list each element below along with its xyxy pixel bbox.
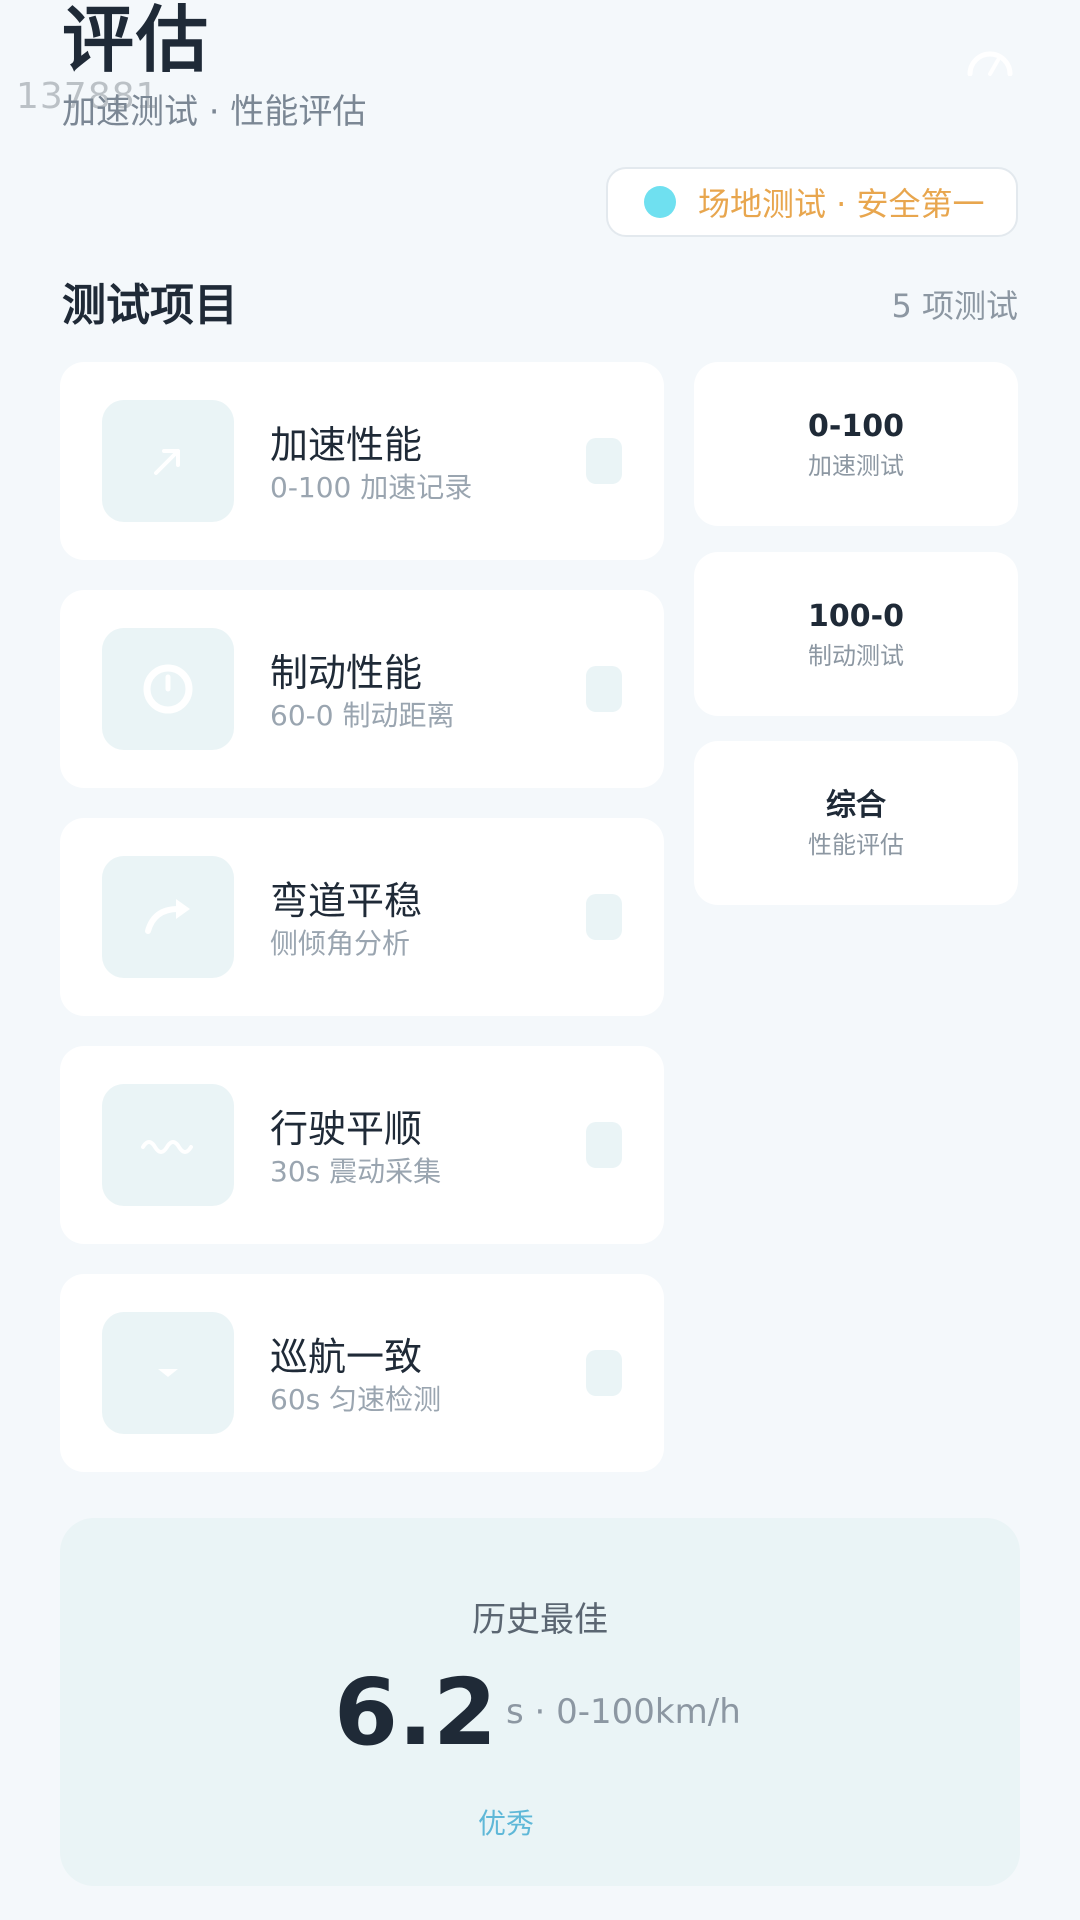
stat-label: 性能评估 xyxy=(808,831,904,859)
test-subtitle: 60s 匀速检测 xyxy=(270,1383,442,1416)
test-icon-box xyxy=(102,1312,234,1434)
test-icon-box xyxy=(102,628,234,750)
speedometer-icon xyxy=(967,51,1013,76)
test-subtitle: 30s 震动采集 xyxy=(270,1155,442,1188)
page-subtitle: 加速测试 · 性能评估 xyxy=(62,92,367,132)
arrow-up-right-icon xyxy=(154,449,180,475)
stat-label: 加速测试 xyxy=(808,452,904,480)
chevron-down-icon xyxy=(158,1369,178,1377)
status-dot xyxy=(644,186,676,218)
test-title: 弯道平稳 xyxy=(270,879,423,923)
test-subtitle: 60-0 制动距离 xyxy=(270,699,455,732)
test-count: 5 项测试 xyxy=(891,287,1018,325)
test-item-cruise[interactable]: 巡航一致 60s 匀速检测 xyxy=(60,1274,664,1472)
test-icon-box xyxy=(102,400,234,522)
test-item-cornering[interactable]: 弯道平稳 侧倾角分析 xyxy=(60,818,664,1016)
test-checkbox[interactable] xyxy=(586,438,622,484)
history-best-unit: s · 0-100km/h xyxy=(506,1692,741,1732)
test-icon-box xyxy=(102,856,234,978)
stopwatch-icon xyxy=(143,664,193,714)
test-title: 加速性能 xyxy=(270,423,423,467)
test-checkbox[interactable] xyxy=(586,666,622,712)
stat-label: 制动测试 xyxy=(808,642,904,670)
stat-value: 0-100 xyxy=(808,409,904,444)
section-title: 测试项目 xyxy=(62,280,238,331)
test-checkbox[interactable] xyxy=(586,1350,622,1396)
stat-value: 100-0 xyxy=(808,599,904,634)
test-checkbox[interactable] xyxy=(586,1122,622,1168)
stat-value: 综合 xyxy=(826,788,886,823)
wave-icon xyxy=(141,1140,193,1154)
test-subtitle: 侧倾角分析 xyxy=(270,927,411,960)
history-best-card: 历史最佳 6.2 s · 0-100km/h 优秀 xyxy=(60,1518,1020,1886)
test-item-braking[interactable]: 制动性能 60-0 制动距离 xyxy=(60,590,664,788)
test-title: 巡航一致 xyxy=(270,1335,423,1379)
stat-card-braking[interactable]: 100-0 制动测试 xyxy=(694,552,1018,716)
history-best-rating: 优秀 xyxy=(477,1807,534,1840)
test-icon-box xyxy=(102,1084,234,1206)
safety-notice-text: 场地测试 · 安全第一 xyxy=(698,185,985,223)
history-best-value: 6.2 xyxy=(334,1659,497,1766)
page-title: 评估 xyxy=(62,0,211,82)
test-item-acceleration[interactable]: 加速性能 0-100 加速记录 xyxy=(60,362,664,560)
test-item-ride-comfort[interactable]: 行驶平顺 30s 震动采集 xyxy=(60,1046,664,1244)
test-title: 制动性能 xyxy=(270,651,423,695)
speedometer-button[interactable] xyxy=(960,36,1020,86)
stat-card-overall[interactable]: 综合 性能评估 xyxy=(694,741,1018,905)
test-title: 行驶平顺 xyxy=(270,1107,423,1151)
test-subtitle: 0-100 加速记录 xyxy=(270,471,473,504)
history-best-label: 历史最佳 xyxy=(472,1600,608,1640)
curve-arrow-icon xyxy=(145,899,190,934)
stat-card-acceleration[interactable]: 0-100 加速测试 xyxy=(694,362,1018,526)
test-checkbox[interactable] xyxy=(586,894,622,940)
safety-notice: 场地测试 · 安全第一 xyxy=(606,167,1018,237)
